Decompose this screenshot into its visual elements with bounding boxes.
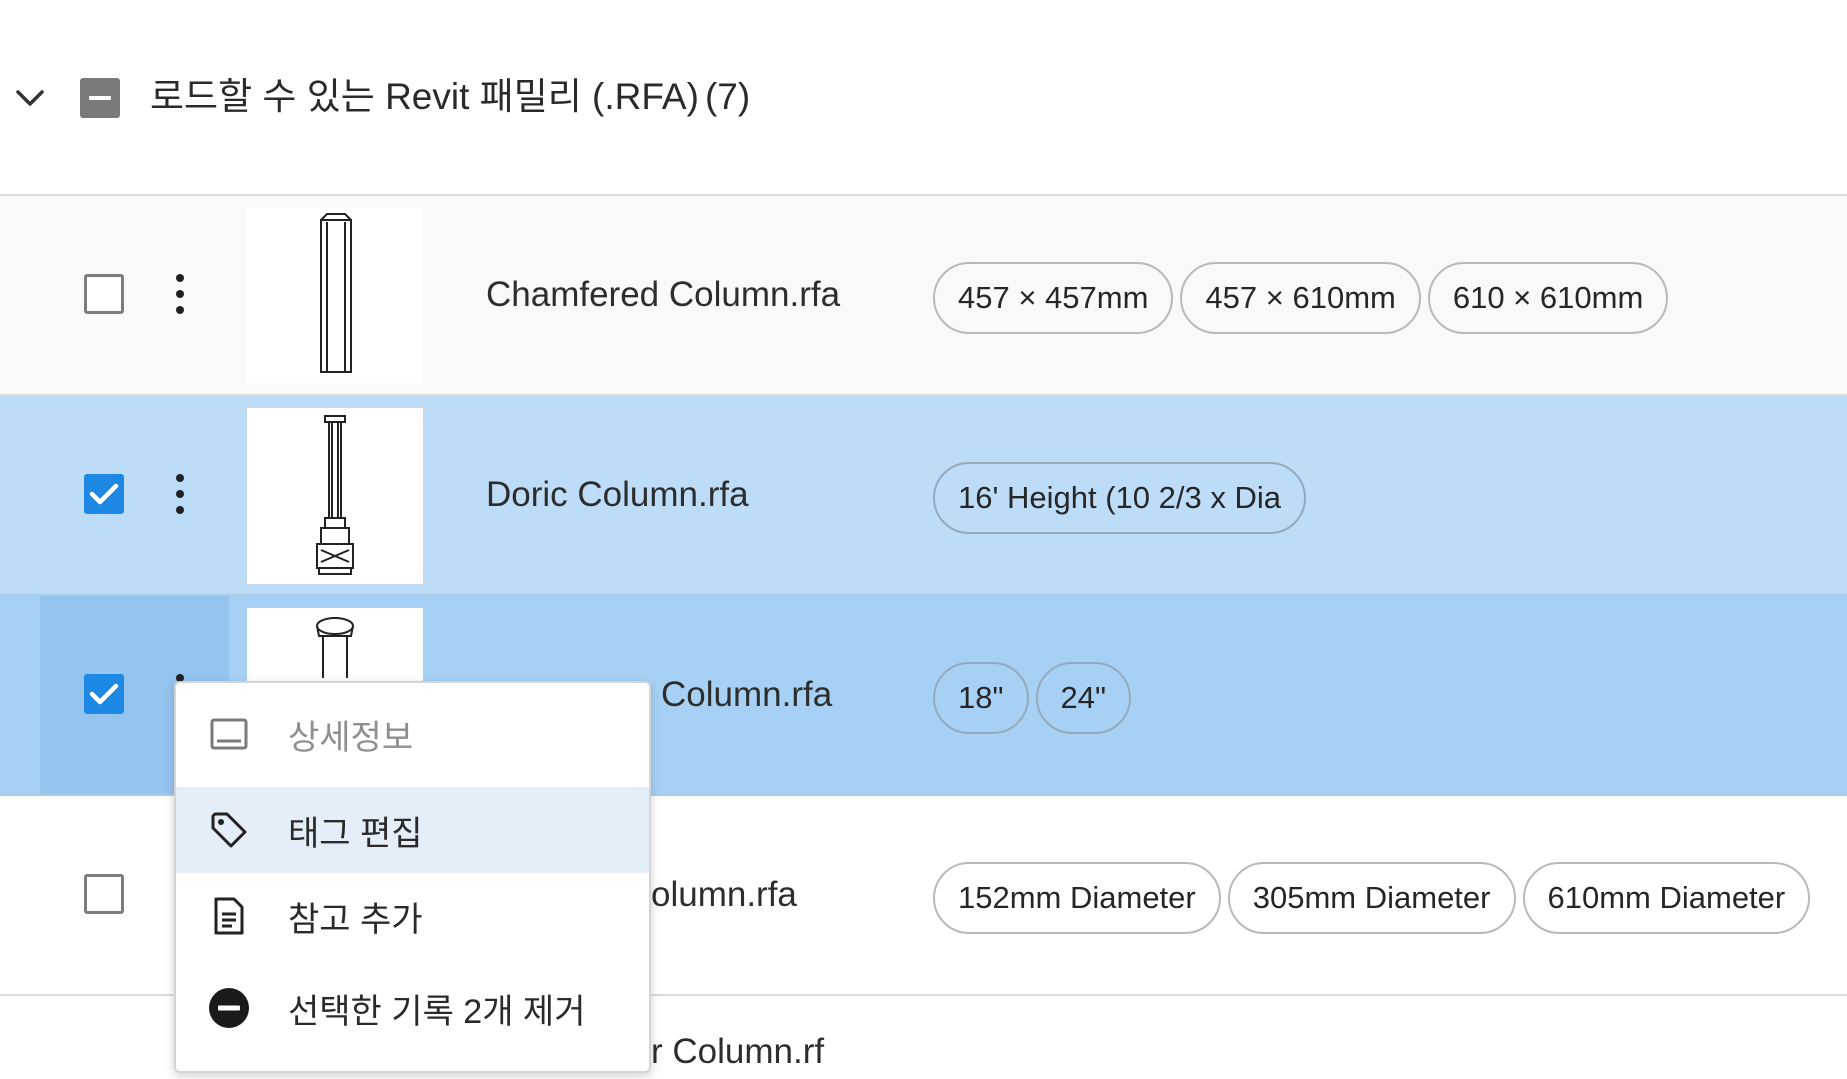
group-count: (7) [704,76,751,117]
tag-chip[interactable]: 18" [933,662,1029,734]
menu-item-edit-tags[interactable]: 태그 편집 [176,787,649,873]
file-name: Column.rfa [661,675,833,714]
remove-circle-icon [206,985,252,1031]
collapse-chevron-icon[interactable] [12,80,48,116]
menu-item-label: 선택한 기록 2개 제거 [288,992,586,1031]
tag-chip-group: 18" 24" [933,662,1131,734]
revit-family-list: 로드할 수 있는 Revit 패밀리 (.RFA) (7) Chamfered C… [0,0,1847,1079]
tag-chip-group: 457 × 457mm 457 × 610mm 610 × 610mm [933,262,1669,334]
tag-chip[interactable]: 305mm Diameter [1227,862,1516,934]
row-checkbox[interactable] [84,674,124,714]
tag-chip[interactable]: 152mm Diameter [933,862,1221,934]
tag-chip-group: 152mm Diameter 305mm Diameter 610mm Diam… [933,862,1811,934]
indeterminate-dash-icon [89,96,111,100]
menu-item-remove-selected[interactable]: 선택한 기록 2개 제거 [176,965,649,1051]
menu-item-label: 참고 추가 [288,900,423,939]
file-name: olumn.rfa [651,875,797,914]
group-header: 로드할 수 있는 Revit 패밀리 (.RFA) (7) [0,0,1847,196]
menu-item-details[interactable]: 상세정보 [176,691,649,777]
note-icon [206,893,252,939]
group-title-text: 로드할 수 있는 Revit 패밀리 (.RFA) [150,76,699,117]
menu-item-label: 상세정보 [288,718,414,757]
file-name: Chamfered Column.rfa [486,275,841,314]
group-select-checkbox[interactable] [80,78,120,118]
details-panel-icon [206,711,252,757]
file-name: r Column.rf [651,1032,825,1071]
table-row[interactable]: Chamfered Column.rfa 457 × 457mm 457 × 6… [0,196,1847,396]
tag-chip[interactable]: 24" [1035,662,1131,734]
more-options-icon[interactable] [165,470,195,518]
table-row[interactable]: Doric Column.rfa 16' Height (10 2/3 x Di… [0,396,1847,596]
family-thumbnail [247,408,423,584]
tag-chip[interactable]: 457 × 610mm [1180,262,1421,334]
more-options-icon[interactable] [165,270,195,318]
menu-item-label: 태그 편집 [288,814,423,853]
family-thumbnail [247,208,423,384]
tag-chip[interactable]: 16' Height (10 2/3 x Dia [933,462,1306,534]
tag-chip[interactable]: 610mm Diameter [1522,862,1811,934]
tag-icon [206,807,252,853]
file-name: Doric Column.rfa [486,475,749,514]
checkmark-icon [89,683,119,705]
tag-chip[interactable]: 457 × 457mm [933,262,1174,334]
tag-chip-group: 16' Height (10 2/3 x Dia [933,462,1306,534]
row-checkbox[interactable] [84,874,124,914]
row-checkbox[interactable] [84,474,124,514]
row-checkbox[interactable] [84,274,124,314]
tag-chip[interactable]: 610 × 610mm [1427,262,1669,334]
menu-item-add-note[interactable]: 참고 추가 [176,873,649,959]
group-title: 로드할 수 있는 Revit 패밀리 (.RFA) (7) [150,72,750,122]
row-context-menu: 상세정보 태그 편집 참고 추가 선택한 기록 2개 제거 [174,681,651,1073]
checkmark-icon [89,483,119,505]
